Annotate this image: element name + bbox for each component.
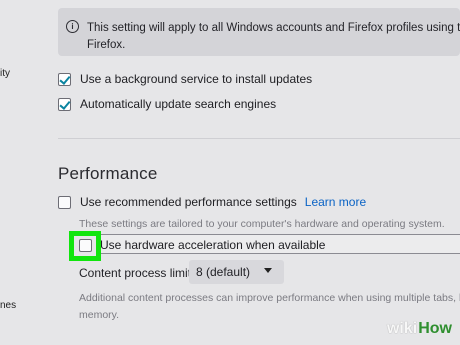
performance-heading: Performance: [58, 164, 158, 183]
content-process-label: Content process limit: [79, 266, 192, 280]
highlight-box: [69, 231, 101, 261]
watermark-wiki: wiki: [386, 320, 418, 337]
hardware-acceleration-option[interactable]: Use hardware acceleration when available: [79, 238, 325, 252]
recommended-settings-label: Use recommended performance settings: [80, 195, 297, 209]
info-text-line-1: This setting will apply to all Windows a…: [87, 22, 460, 34]
info-banner: i This setting will apply to all Windows…: [58, 8, 460, 56]
info-icon: i: [66, 20, 79, 33]
sidebar-edge: ity nes: [0, 0, 34, 345]
background-service-checkbox[interactable]: [58, 72, 71, 86]
recommended-help-text: These settings are tailored to your comp…: [79, 218, 445, 230]
content-process-value: 8 (default): [196, 265, 251, 279]
content-process-help-line-1: Additional content processes can improve…: [79, 292, 460, 304]
chevron-down-icon: [264, 268, 272, 273]
watermark-how: How: [418, 320, 452, 337]
background-service-label: Use a background service to install upda…: [80, 72, 313, 86]
sidebar-item-label: ity: [0, 68, 10, 79]
content-process-limit-row: Content process limit: [79, 266, 191, 280]
content-process-help-line-2: memory.: [79, 309, 120, 321]
recommended-settings-option[interactable]: Use recommended performance settings Lea…: [58, 195, 366, 209]
search-engines-label: Automatically update search engines: [80, 97, 277, 111]
learn-more-link[interactable]: Learn more: [305, 195, 366, 209]
content-process-dropdown[interactable]: 8 (default): [189, 260, 284, 284]
hardware-acceleration-label: Use hardware acceleration when available: [100, 238, 326, 252]
info-text: This setting will apply to all Windows a…: [87, 20, 460, 54]
search-engines-option[interactable]: Automatically update search engines: [58, 97, 276, 111]
recommended-settings-checkbox[interactable]: [58, 195, 71, 209]
sidebar-item-label: nes: [0, 300, 17, 311]
section-divider: [58, 138, 460, 139]
info-text-line-2: Firefox.: [87, 39, 126, 51]
wikihow-watermark: wiki How: [386, 315, 452, 337]
search-engines-checkbox[interactable]: [58, 97, 71, 111]
background-service-option[interactable]: Use a background service to install upda…: [58, 72, 312, 86]
